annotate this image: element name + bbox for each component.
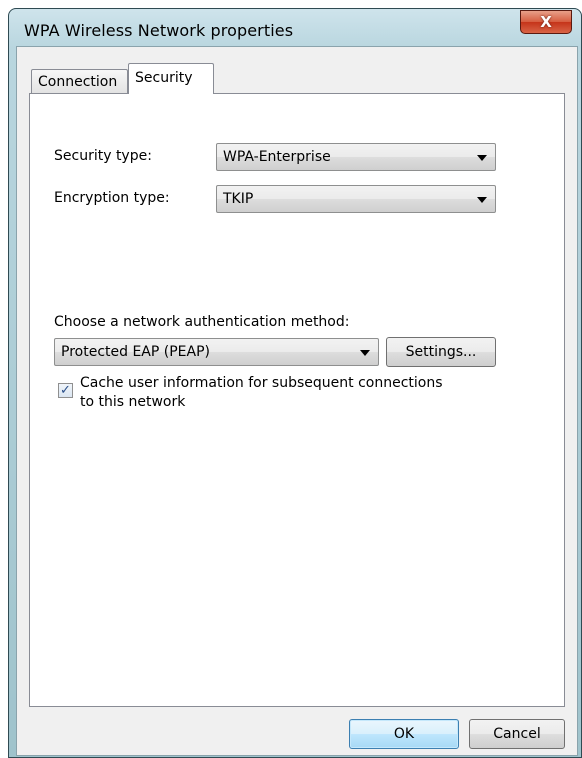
encryption-type-dropdown[interactable]: TKIP: [216, 185, 496, 213]
auth-method-dropdown[interactable]: Protected EAP (PEAP): [54, 338, 379, 366]
settings-button[interactable]: Settings...: [386, 337, 496, 367]
cache-user-info-checkbox[interactable]: ✓: [58, 383, 73, 398]
cache-label-line-1: Cache user information for subsequent co…: [80, 375, 443, 391]
window-title: WPA Wireless Network properties: [24, 21, 294, 40]
tab-security[interactable]: Security: [128, 63, 214, 94]
close-button[interactable]: X: [520, 10, 572, 34]
auth-method-value: Protected EAP (PEAP): [61, 344, 210, 360]
cache-user-info-label[interactable]: Cache user information for subsequent co…: [80, 374, 443, 412]
tab-connection[interactable]: Connection: [31, 69, 128, 93]
security-type-dropdown[interactable]: WPA-Enterprise: [216, 143, 496, 171]
auth-method-label: Choose a network authentication method:: [54, 314, 350, 330]
cancel-button[interactable]: Cancel: [469, 719, 565, 749]
encryption-type-label: Encryption type:: [54, 190, 170, 206]
cache-label-line-2: to this network: [80, 394, 186, 410]
checkmark-icon: ✓: [60, 383, 71, 398]
close-icon: X: [540, 12, 552, 31]
encryption-type-value: TKIP: [223, 191, 254, 207]
security-tab-panel: Security type: WPA-Enterprise Encryption…: [29, 93, 565, 707]
ok-button[interactable]: OK: [349, 719, 459, 749]
dialog-client-area: Connection Security Security type: WPA-E…: [16, 46, 578, 756]
security-type-label: Security type:: [54, 148, 152, 164]
security-type-value: WPA-Enterprise: [223, 149, 331, 165]
dropdown-arrow-icon: [360, 350, 370, 356]
dropdown-arrow-icon: [477, 155, 487, 161]
dialog-window: WPA Wireless Network properties X Connec…: [8, 8, 582, 758]
dropdown-arrow-icon: [477, 197, 487, 203]
